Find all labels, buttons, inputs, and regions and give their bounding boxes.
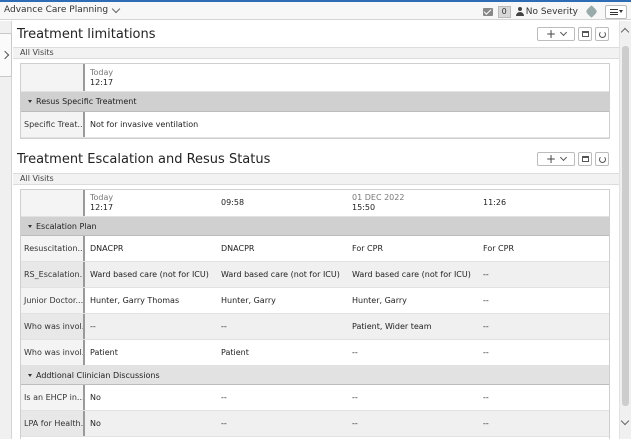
table-row[interactable]: Specific Treat... Not for invasive venti… [21,112,609,138]
grid-header-row: Today 12:17 09:58 01 DEC 2022 15:50 11:2… [21,190,609,217]
treatment-limitations-title: Treatment limitations [17,27,156,42]
header-label-cell [21,190,85,216]
table-row[interactable]: Junior Doctor... Hunter, Garry Thomas Hu… [21,288,609,314]
expand-panel-button[interactable] [0,33,12,77]
visits-filter[interactable]: All Visits [13,47,619,59]
refresh-icon [598,30,606,38]
collapse-caret-icon [28,373,32,377]
tag-icon[interactable] [585,5,598,18]
treatment-limitations-grid: Today 12:17 Resus Specific Treatment Spe… [20,63,610,139]
scroll-down-icon[interactable] [620,416,630,426]
add-button[interactable]: + [537,152,575,166]
calendar-icon [581,156,589,162]
calendar-button[interactable] [578,27,592,41]
app-title-dropdown[interactable]: Advance Care Planning [4,4,121,15]
calendar-icon [581,31,589,37]
table-row[interactable]: RS_Escalation... Ward based care (not fo… [21,262,609,288]
message-count-badge: 0 [497,5,511,18]
add-button[interactable]: + [537,27,575,41]
escalation-tools: + [537,152,609,166]
top-bar: Advance Care Planning 0 No Severity [0,0,631,20]
table-row[interactable]: Who was invol... Patient Patient -- -- [21,340,609,366]
header-label-cell [21,64,85,91]
grid-header-row: Today 12:17 [21,64,609,92]
refresh-button[interactable] [595,27,609,41]
column-header[interactable]: Today 12:17 [85,64,609,91]
group-row-resus-specific-treatment[interactable]: Resus Specific Treatment [21,92,609,112]
scroll-up-icon[interactable] [620,27,630,37]
calendar-button[interactable] [578,152,592,166]
column-header[interactable]: 09:58 [216,190,347,216]
mail-icon[interactable] [482,7,493,16]
group-row-escalation-plan[interactable]: Escalation Plan [21,217,609,236]
escalation-title: Treatment Escalation and Resus Status [17,152,271,167]
collapse-caret-icon [28,224,32,228]
collapse-caret-icon [28,100,32,103]
table-row[interactable]: Who was invol... -- -- Patient, Wider te… [21,314,609,340]
vertical-scrollbar[interactable] [619,21,631,439]
menu-icon [609,8,618,15]
chevron-down-icon [111,4,121,13]
caret-down-icon [618,10,623,13]
refresh-icon [598,155,606,163]
table-row[interactable]: Is an EHCP in... No -- -- -- [21,385,609,411]
escalation-grid: Today 12:17 09:58 01 DEC 2022 15:50 11:2… [20,189,610,439]
treatment-limitations-tools: + [537,27,609,41]
severity-label: No Severity [525,6,578,17]
column-header[interactable]: 11:26 [478,190,609,216]
refresh-button[interactable] [595,152,609,166]
person-icon [515,7,524,16]
visits-filter[interactable]: All Visits [13,173,619,185]
table-row[interactable]: Resuscitation... DNACPR DNACPR For CPR F… [21,236,609,262]
group-row-additional-clinician-discussions[interactable]: Addtional Clinician Discussions [21,366,609,385]
left-rail [0,21,12,439]
severity-indicator[interactable]: No Severity [515,6,578,17]
app-title: Advance Care Planning [4,5,109,15]
column-header[interactable]: Today 12:17 [85,190,216,216]
column-header[interactable]: 01 DEC 2022 15:50 [347,190,478,216]
scroll-thumb[interactable] [622,46,629,406]
table-row[interactable]: LPA for Health... No -- -- -- [21,411,609,437]
menu-button[interactable] [605,4,627,19]
